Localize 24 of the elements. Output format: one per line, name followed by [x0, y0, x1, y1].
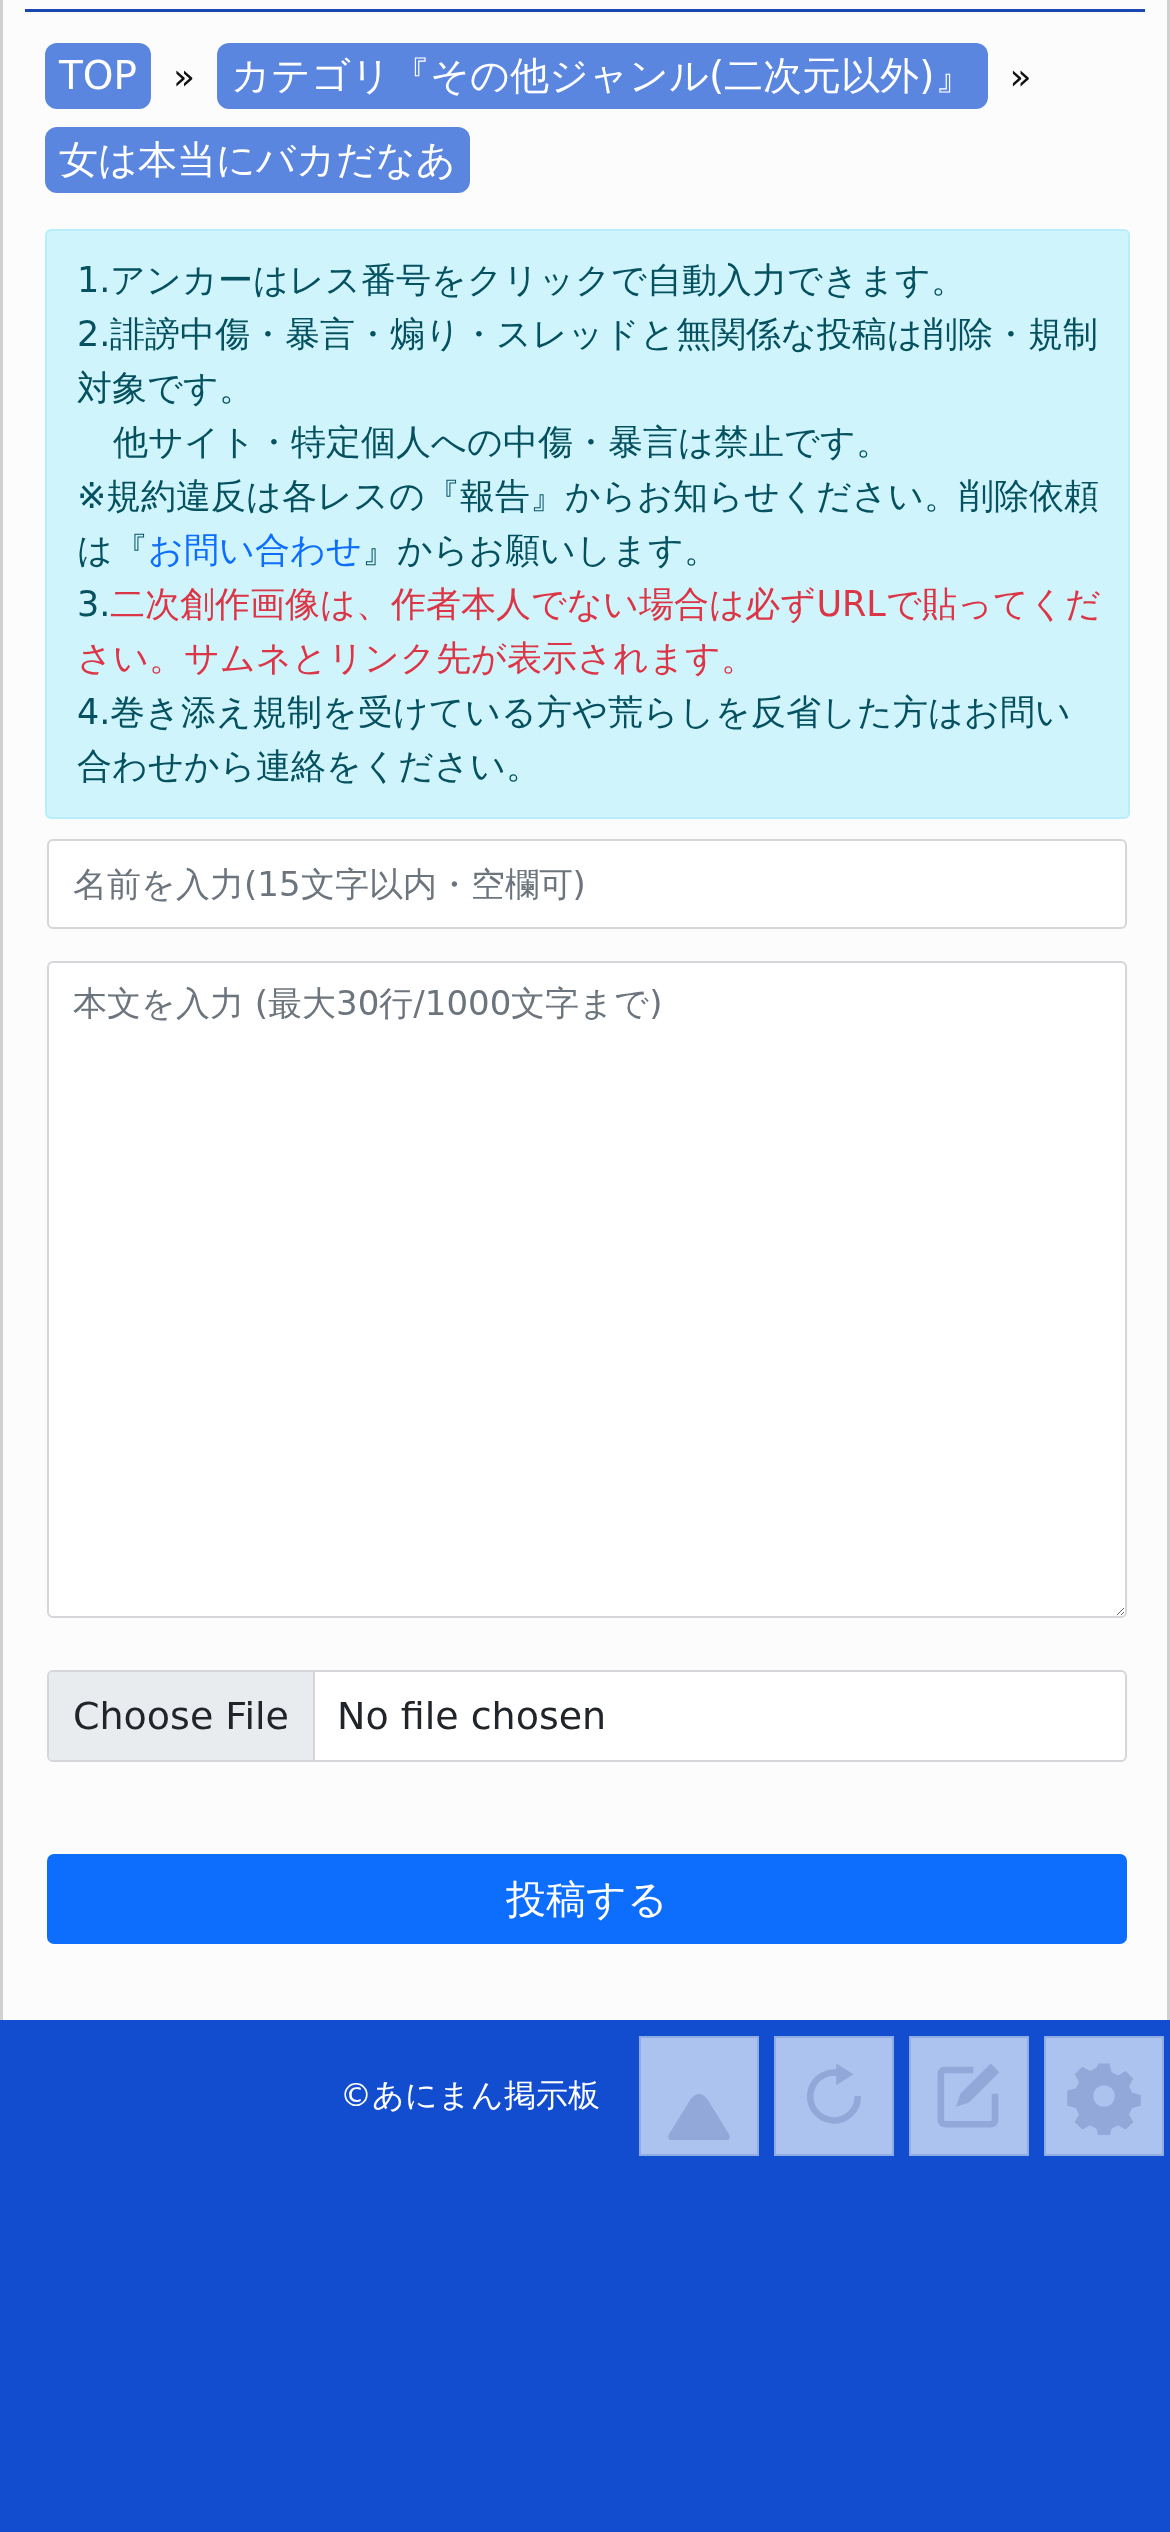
- settings-button[interactable]: [1044, 2036, 1164, 2156]
- notice-text: 2.誹謗中傷・暴言・煽り・スレッドと無関係な投稿は削除・規制対象です。: [77, 313, 1100, 410]
- notice-text: 4.巻き添え規制を受けている方や荒らしを反省した方はお問い合わせから連絡をください。: [77, 691, 1073, 788]
- refresh-button[interactable]: [774, 2036, 894, 2156]
- edit-button[interactable]: [909, 2036, 1029, 2156]
- notice-text: 3.二次創作画像は、作者本人でない場合は必ずURLで貼ってください。サムネとリンク先が表示されます。: [77, 583, 1102, 680]
- name-field[interactable]: 名前を入力(15文字以内・空欄可): [47, 839, 1127, 929]
- notice-text: 他サイト・特定個人への中傷・暴言は禁止です。: [112, 421, 892, 464]
- breadcrumb-separator: »: [173, 55, 196, 97]
- up-button[interactable]: [639, 2036, 759, 2156]
- contact-link[interactable]: お問い合わせ: [148, 530, 362, 570]
- submit-button[interactable]: 投稿する: [47, 1854, 1127, 1944]
- file-status: No file chosen: [335, 1694, 607, 1738]
- up-icon: [667, 2092, 731, 2140]
- breadcrumb-link[interactable]: 女は本当にバカだなあ: [45, 127, 470, 193]
- breadcrumb-link[interactable]: TOP: [45, 43, 152, 109]
- choose-file-button[interactable]: Choose File: [49, 1672, 315, 1760]
- breadcrumb-link[interactable]: カテゴリ『その他ジャンル(二次元以外)』: [217, 43, 988, 109]
- notice-text: ※規約違反は各レスの『報告』からお知らせください。削除依頼は『お問い合わせ』からお願いします。: [77, 475, 1101, 572]
- copyright-text: ©あにまん掲示板: [340, 2075, 600, 2116]
- body-field[interactable]: 本文を入力 (最大30行/1000文字まで): [47, 961, 1127, 1618]
- file-input[interactable]: Choose File No file chosen: [47, 1670, 1127, 1762]
- breadcrumb-separator: »: [1009, 55, 1032, 97]
- notice-text: 1.アンカーはレス番号をクリックで自動入力できます。: [77, 259, 968, 302]
